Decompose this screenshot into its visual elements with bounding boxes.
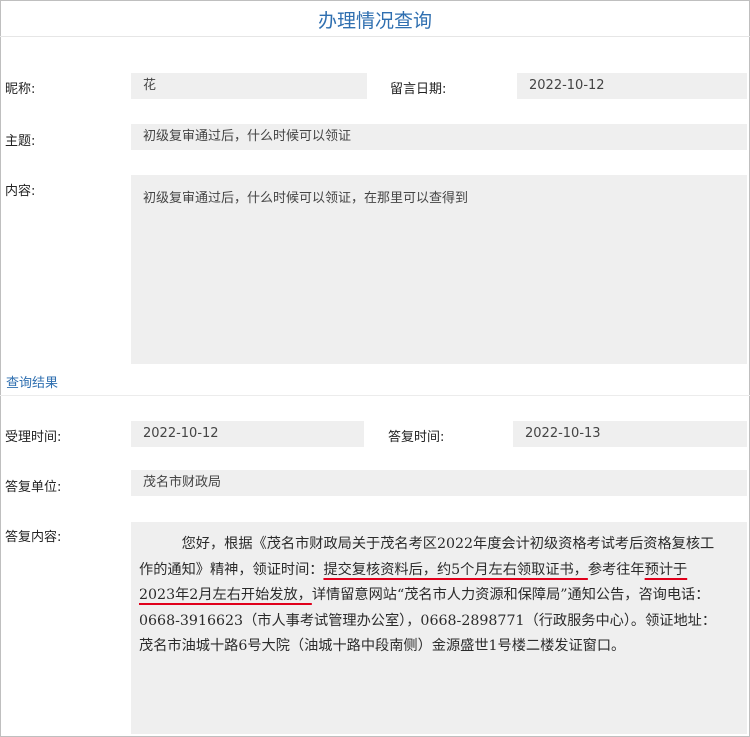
message-date-field: 2022-10-12: [517, 73, 747, 99]
content-field: 初级复审通过后，什么时候可以领证，在那里可以查得到: [131, 175, 747, 364]
reply-text-reference: 参考往年: [587, 561, 645, 578]
page-title: 办理情况查询: [317, 10, 432, 32]
section-divider: [0, 395, 750, 396]
reply-content-field: 您好，根据《茂名市财政局关于茂名考区2022年度会计初级资格考试考后资格复核工作…: [131, 522, 747, 734]
message-date-label: 留言日期:: [390, 82, 447, 97]
subject-label: 主题:: [5, 134, 36, 149]
reply-unit-field: 茂名市财政局: [131, 470, 747, 496]
nickname-field: 花: [131, 73, 367, 99]
subject-field: 初级复审通过后，什么时候可以领证: [131, 124, 747, 150]
title-divider: [0, 36, 750, 37]
query-result-link[interactable]: 查询结果: [6, 372, 58, 391]
content-label: 内容:: [5, 184, 36, 199]
reply-content-label: 答复内容:: [5, 530, 62, 545]
accept-time-field: 2022-10-12: [131, 421, 364, 447]
nickname-label: 昵称:: [5, 82, 36, 97]
reply-highlight-collect-time: 提交复核资料后，约5个月左右领取证书，: [323, 561, 588, 578]
accept-time-label: 受理时间:: [5, 430, 62, 445]
reply-time-label: 答复时间:: [388, 430, 445, 445]
reply-unit-label: 答复单位:: [5, 480, 62, 495]
reply-time-field: 2022-10-13: [513, 421, 747, 447]
